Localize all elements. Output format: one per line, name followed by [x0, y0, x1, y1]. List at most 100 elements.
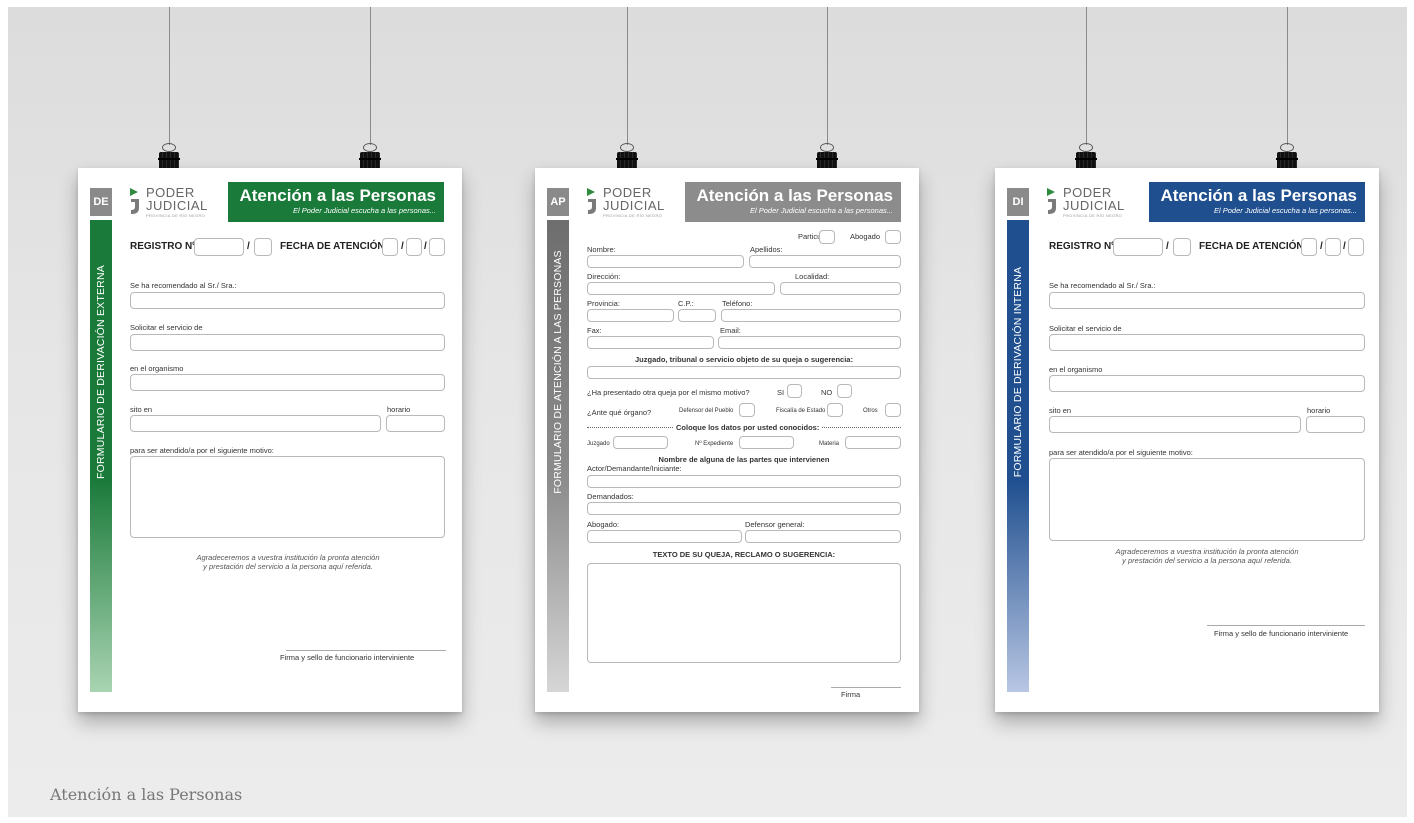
- telefono-input[interactable]: [721, 309, 901, 322]
- hanging-wire: [169, 7, 170, 145]
- fecha-year-input[interactable]: [429, 238, 445, 256]
- form-sidebar: DE FORMULARIO DE DERIVACIÓN EXTERNA: [90, 188, 112, 692]
- materia-input[interactable]: [845, 436, 901, 449]
- sito-label: sito en: [1049, 406, 1072, 415]
- signature-line: [286, 650, 446, 651]
- header-banner: Atención a las Personas El Poder Judicia…: [685, 182, 901, 222]
- solicitar-input[interactable]: [1049, 334, 1365, 351]
- actor-input[interactable]: [587, 475, 901, 488]
- fecha-day-input[interactable]: [382, 238, 398, 256]
- form-code-badge: DE: [90, 188, 112, 216]
- form-vertical-title: FORMULARIO DE ATENCIÓN A LAS PERSONAS: [552, 250, 565, 494]
- registro-year-input[interactable]: [1173, 238, 1191, 256]
- fax-input[interactable]: [587, 336, 714, 349]
- horario-label: horario: [1307, 406, 1331, 415]
- banner-subtitle: El Poder Judicial escucha a las personas…: [1214, 206, 1357, 215]
- banner-subtitle: El Poder Judicial escucha a las personas…: [750, 206, 893, 215]
- no-checkbox[interactable]: [837, 384, 852, 398]
- solicitar-input[interactable]: [130, 334, 445, 351]
- registro-row: REGISTRO Nº / FECHA DE ATENCIÓN / /: [1049, 238, 1365, 256]
- sito-label: sito en: [130, 405, 153, 414]
- logo-mark-icon: [1047, 188, 1056, 214]
- motivo-label: para ser atendido/a por el siguiente mot…: [130, 446, 274, 455]
- form-derivacion-interna: DI FORMULARIO DE DERIVACIÓN INTERNA PODE…: [995, 168, 1379, 712]
- signature-line: [831, 687, 901, 688]
- registro-year-input[interactable]: [254, 238, 272, 256]
- horario-input[interactable]: [386, 415, 445, 432]
- banner-subtitle: El Poder Judicial escucha a las personas…: [293, 206, 436, 215]
- solicitar-label: Solicitar el servicio de: [130, 323, 203, 332]
- particular-checkbox[interactable]: [819, 230, 835, 244]
- firma-label: Firma y sello de funcionario intervinien…: [1214, 629, 1349, 638]
- fecha-day-input[interactable]: [1301, 238, 1317, 256]
- recomendado-label: Se ha recomendado al Sr./ Sra.:: [130, 281, 237, 290]
- poder-judicial-logo: PODER JUDICIAL PROVINCIA DE RÍO NEGRO: [1045, 184, 1135, 220]
- fecha-month-input[interactable]: [406, 238, 422, 256]
- header-banner: Atención a las Personas El Poder Judicia…: [1149, 182, 1365, 222]
- email-input[interactable]: [718, 336, 901, 349]
- form-atencion-personas: AP FORMULARIO DE ATENCIÓN A LAS PERSONAS…: [535, 168, 919, 712]
- juzgado-tribunal-input[interactable]: [587, 366, 901, 379]
- form-code-badge: DI: [1007, 188, 1029, 216]
- organismo-input[interactable]: [1049, 375, 1365, 392]
- organismo-label: en el organismo: [130, 364, 184, 373]
- texto-queja-textarea[interactable]: [587, 563, 901, 663]
- apellidos-input[interactable]: [749, 255, 901, 268]
- poder-judicial-logo: PODER JUDICIAL PROVINCIA DE RÍO NEGRO: [585, 184, 675, 220]
- abogado-checkbox[interactable]: [885, 230, 901, 244]
- otros-checkbox[interactable]: [885, 403, 901, 417]
- header-banner: Atención a las Personas El Poder Judicia…: [228, 182, 444, 222]
- signature-line: [1207, 625, 1365, 626]
- hanging-wire: [627, 7, 628, 145]
- form-vertical-title: FORMULARIO DE DERIVACIÓN INTERNA: [1012, 266, 1024, 478]
- banner-title: Atención a las Personas: [239, 186, 436, 205]
- hanging-wire: [1086, 7, 1087, 145]
- fecha-month-input[interactable]: [1325, 238, 1341, 256]
- fecha-year-input[interactable]: [1348, 238, 1364, 256]
- motivo-textarea[interactable]: [130, 456, 445, 538]
- logo-mark-icon: [587, 188, 596, 214]
- juzgado-input[interactable]: [613, 436, 668, 449]
- solicitar-label: Solicitar el servicio de: [1049, 324, 1122, 333]
- form-sidebar: AP FORMULARIO DE ATENCIÓN A LAS PERSONAS: [547, 188, 569, 692]
- hanging-wire: [1287, 7, 1288, 145]
- hanging-wire: [827, 7, 828, 145]
- provincia-input[interactable]: [587, 309, 674, 322]
- poder-judicial-logo: PODER JUDICIAL PROVINCIA DE RÍO NEGRO: [128, 184, 218, 220]
- direccion-input[interactable]: [587, 282, 775, 295]
- firma-label: Firma y sello de funcionario intervinien…: [280, 653, 415, 662]
- registro-input[interactable]: [194, 238, 244, 256]
- agradecimiento-note: Agradeceremos a vuestra institución la p…: [196, 553, 380, 571]
- motivo-label: para ser atendido/a por el siguiente mot…: [1049, 448, 1193, 457]
- form-code-badge: AP: [547, 188, 569, 216]
- form-vertical-title: FORMULARIO DE DERIVACIÓN EXTERNA: [95, 265, 107, 479]
- form-derivacion-externa: DE FORMULARIO DE DERIVACIÓN EXTERNA PODE…: [78, 168, 462, 712]
- sito-input[interactable]: [1049, 416, 1301, 433]
- recomendado-input[interactable]: [1049, 292, 1365, 309]
- organismo-input[interactable]: [130, 374, 445, 391]
- si-checkbox[interactable]: [787, 384, 802, 398]
- page-caption: Atención a las Personas: [50, 785, 243, 804]
- fiscalia-checkbox[interactable]: [827, 403, 843, 417]
- hanging-wire: [370, 7, 371, 145]
- cp-input[interactable]: [678, 309, 716, 322]
- organismo-label: en el organismo: [1049, 365, 1103, 374]
- expediente-input[interactable]: [739, 436, 794, 449]
- logo-mark-icon: [130, 188, 139, 214]
- defensor-pueblo-checkbox[interactable]: [739, 403, 755, 417]
- localidad-input[interactable]: [780, 282, 901, 295]
- horario-input[interactable]: [1306, 416, 1365, 433]
- registro-input[interactable]: [1113, 238, 1163, 256]
- defensor-general-input[interactable]: [745, 530, 901, 543]
- nombre-input[interactable]: [587, 255, 744, 268]
- banner-title: Atención a las Personas: [696, 186, 893, 205]
- form-sidebar: DI FORMULARIO DE DERIVACIÓN INTERNA: [1007, 188, 1029, 692]
- agradecimiento-note: Agradeceremos a vuestra institución la p…: [1115, 547, 1299, 565]
- abogado-input[interactable]: [587, 530, 742, 543]
- banner-title: Atención a las Personas: [1160, 186, 1357, 205]
- demandados-input[interactable]: [587, 502, 901, 515]
- recomendado-input[interactable]: [130, 292, 445, 309]
- motivo-textarea[interactable]: [1049, 458, 1365, 541]
- sito-input[interactable]: [130, 415, 381, 432]
- horario-label: horario: [387, 405, 411, 414]
